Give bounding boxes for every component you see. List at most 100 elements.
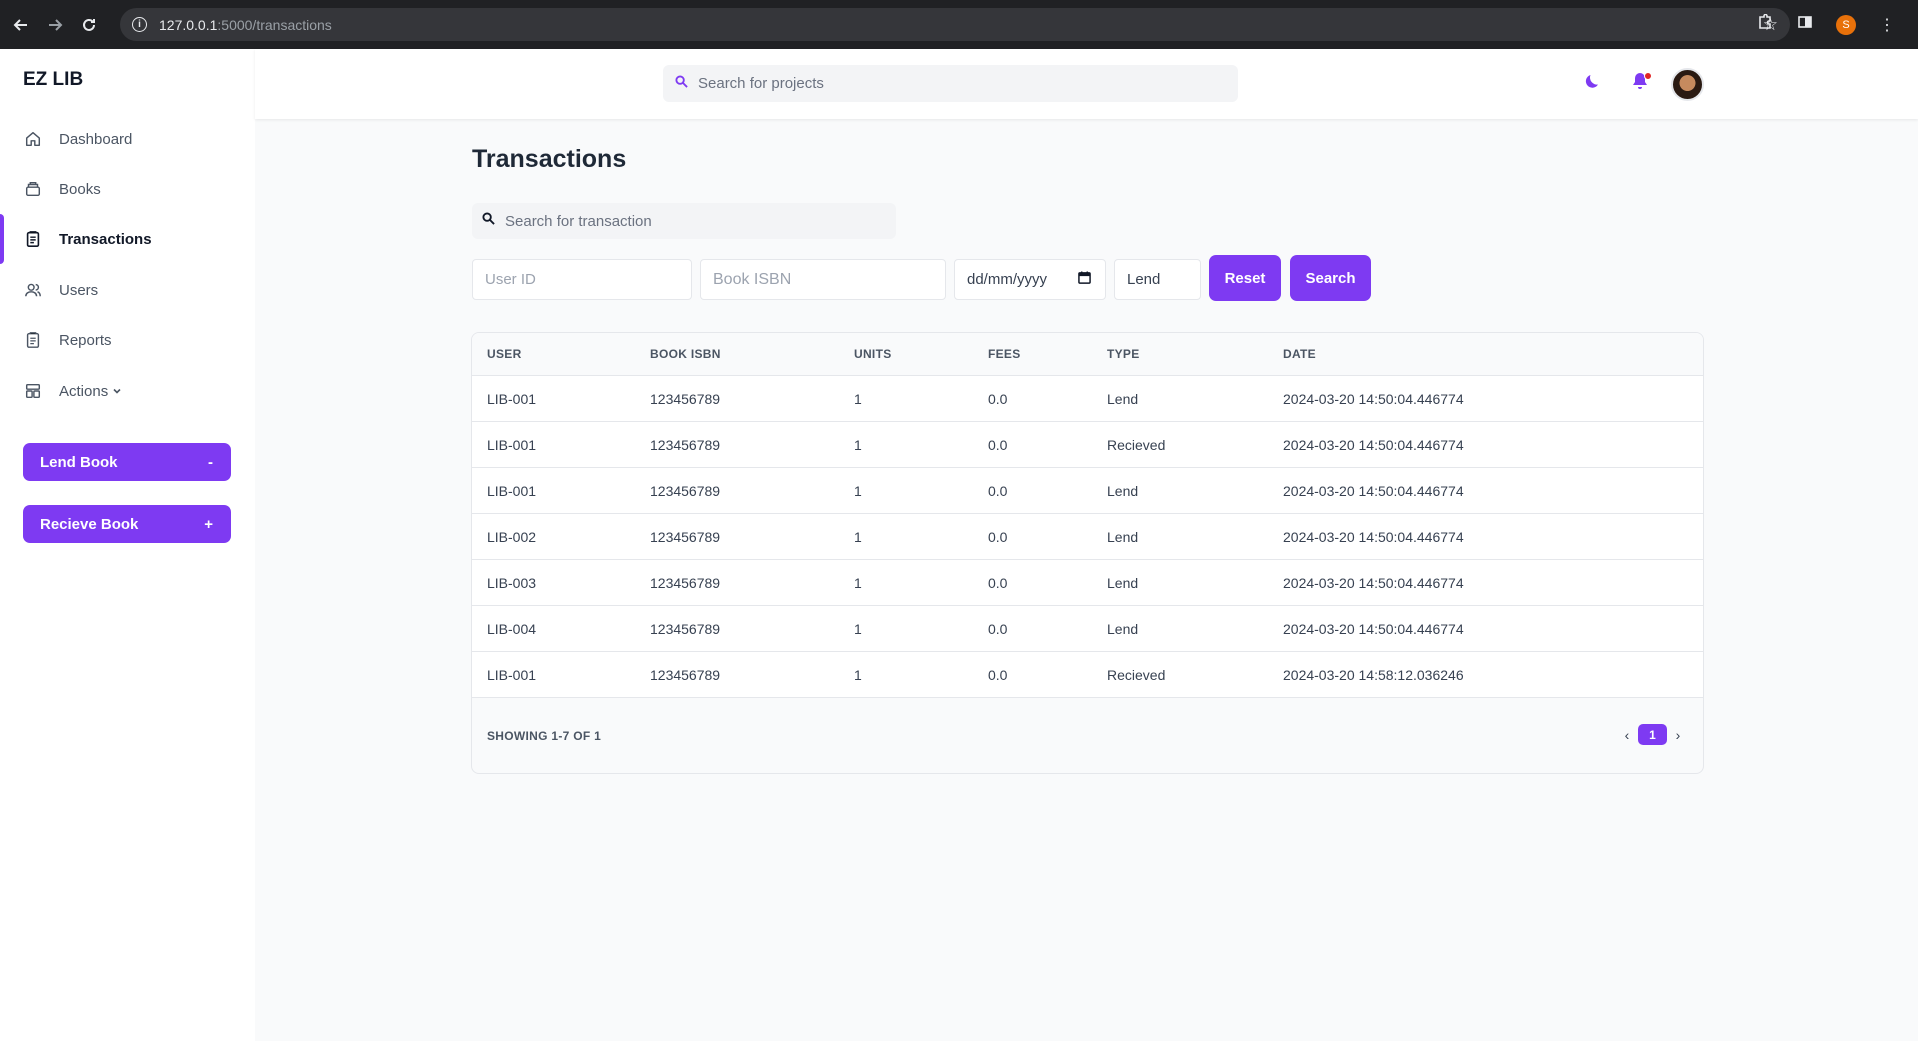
cell-user: LIB-001 — [487, 667, 537, 683]
sidebar-item-transactions[interactable]: Transactions — [0, 214, 255, 264]
date-input[interactable]: dd/mm/yyyy — [954, 259, 1106, 300]
cell-date: 2024-03-20 14:58:12.036246 — [1283, 667, 1464, 683]
sidebar-item-reports[interactable]: Reports — [0, 320, 255, 360]
table-row[interactable]: LIB-001 123456789 1 0.0 Recieved 2024-03… — [472, 422, 1703, 468]
notification-badge — [1644, 72, 1652, 80]
transactions-table: USER BOOK ISBN UNITS FEES TYPE DATE LIB-… — [471, 332, 1704, 774]
cell-units: 1 — [854, 667, 862, 683]
transaction-search-placeholder: Search for transaction — [505, 212, 652, 230]
sidebar-item-label: Reports — [59, 331, 112, 349]
table-row[interactable]: LIB-003 123456789 1 0.0 Lend 2024-03-20 … — [472, 560, 1703, 606]
table-row[interactable]: LIB-001 123456789 1 0.0 Recieved 2024-03… — [472, 652, 1703, 698]
cell-user: LIB-002 — [487, 529, 537, 545]
user-id-input[interactable]: User ID — [472, 259, 692, 300]
page-button-current[interactable]: 1 — [1638, 724, 1667, 745]
sidebar-item-label: Transactions — [59, 230, 152, 248]
site-info-icon[interactable]: i — [132, 17, 147, 32]
cell-type: Recieved — [1107, 437, 1166, 453]
search-icon — [482, 212, 495, 230]
column-header-date[interactable]: DATE — [1283, 347, 1316, 361]
sidebar-item-users[interactable]: Users — [0, 270, 255, 310]
cell-units: 1 — [854, 437, 862, 453]
cell-units: 1 — [854, 529, 862, 545]
cell-user: LIB-004 — [487, 621, 537, 637]
cell-fees: 0.0 — [988, 575, 1008, 591]
table-row[interactable]: LIB-002 123456789 1 0.0 Lend 2024-03-20 … — [472, 514, 1703, 560]
cell-user: LIB-001 — [487, 391, 537, 407]
cell-type: Lend — [1107, 575, 1139, 591]
moon-icon[interactable] — [1583, 71, 1603, 96]
pagination-summary: SHOWING 1-7 OF 1 — [487, 729, 602, 743]
table-footer: SHOWING 1-7 OF 1 ‹ 1 › — [472, 698, 1703, 773]
forward-arrow-icon[interactable] — [44, 14, 66, 36]
templates-icon — [23, 381, 43, 401]
book-isbn-placeholder: Book ISBN — [713, 270, 792, 288]
lend-book-label: Lend Book — [40, 453, 118, 471]
address-bar[interactable]: i 127.0.0.1:5000/transactions ☆ — [120, 8, 1790, 41]
type-select[interactable]: Lend — [1114, 259, 1201, 300]
profile-avatar[interactable]: S — [1836, 14, 1856, 35]
cell-book-isbn: 123456789 — [650, 621, 721, 637]
column-header-user[interactable]: USER — [487, 347, 522, 361]
search-button[interactable]: Search — [1290, 255, 1371, 301]
book-isbn-input[interactable]: Book ISBN — [700, 259, 946, 300]
cell-user: LIB-003 — [487, 575, 537, 591]
reset-button[interactable]: Reset — [1209, 255, 1281, 301]
receive-book-label: Recieve Book — [40, 515, 139, 533]
home-icon — [23, 129, 43, 149]
sidebar-item-label: Users — [59, 281, 99, 299]
cell-fees: 0.0 — [988, 621, 1008, 637]
cell-date: 2024-03-20 14:50:04.446774 — [1283, 483, 1464, 499]
plus-icon: + — [204, 515, 213, 533]
kebab-menu-icon[interactable]: ⋮ — [1878, 15, 1896, 35]
cell-date: 2024-03-20 14:50:04.446774 — [1283, 391, 1464, 407]
lend-book-button[interactable]: Lend Book - — [23, 443, 231, 481]
side-panel-icon[interactable] — [1796, 14, 1814, 35]
chevron-right-icon[interactable]: › — [1671, 727, 1685, 743]
column-header-type[interactable]: TYPE — [1107, 347, 1140, 361]
column-header-fees[interactable]: FEES — [988, 347, 1021, 361]
header-search-placeholder: Search for projects — [698, 75, 824, 92]
cell-fees: 0.0 — [988, 529, 1008, 545]
clipboard-icon — [23, 229, 43, 249]
cell-type: Lend — [1107, 621, 1139, 637]
calendar-icon[interactable] — [1078, 271, 1091, 288]
cell-units: 1 — [854, 391, 862, 407]
type-select-value: Lend — [1127, 271, 1161, 288]
sidebar-item-books[interactable]: Books — [0, 169, 255, 209]
cell-units: 1 — [854, 483, 862, 499]
table-row[interactable]: LIB-004 123456789 1 0.0 Lend 2024-03-20 … — [472, 606, 1703, 652]
cell-user: LIB-001 — [487, 483, 537, 499]
column-header-units[interactable]: UNITS — [854, 347, 892, 361]
extensions-icon[interactable] — [1756, 13, 1774, 35]
date-placeholder: dd/mm/yyyy — [967, 271, 1048, 288]
cell-book-isbn: 123456789 — [650, 667, 721, 683]
back-arrow-icon[interactable] — [10, 14, 32, 36]
search-icon — [675, 74, 688, 93]
cell-book-isbn: 123456789 — [650, 575, 721, 591]
sidebar-item-dashboard[interactable]: Dashboard — [0, 119, 255, 159]
cell-type: Lend — [1107, 529, 1139, 545]
receive-book-button[interactable]: Recieve Book + — [23, 505, 231, 543]
cell-type: Recieved — [1107, 667, 1166, 683]
cell-units: 1 — [854, 621, 862, 637]
cell-units: 1 — [854, 575, 862, 591]
minus-icon: - — [208, 453, 213, 471]
user-id-placeholder: User ID — [485, 271, 536, 288]
archive-icon — [23, 179, 43, 199]
avatar[interactable] — [1671, 68, 1704, 101]
cell-user: LIB-001 — [487, 437, 537, 453]
app-logo[interactable]: EZ LIB — [23, 69, 83, 91]
clipboard-icon — [23, 330, 43, 350]
sidebar-item-label: Actions — [59, 382, 109, 400]
sidebar-item-actions[interactable]: Actions — [0, 371, 255, 411]
transaction-search-input[interactable]: Search for transaction — [472, 203, 896, 239]
active-indicator — [0, 214, 4, 264]
table-row[interactable]: LIB-001 123456789 1 0.0 Lend 2024-03-20 … — [472, 468, 1703, 514]
reload-icon[interactable] — [78, 14, 100, 36]
table-row[interactable]: LIB-001 123456789 1 0.0 Lend 2024-03-20 … — [472, 376, 1703, 422]
column-header-book-isbn[interactable]: BOOK ISBN — [650, 347, 721, 361]
header-search-input[interactable]: Search for projects — [663, 65, 1238, 102]
cell-date: 2024-03-20 14:50:04.446774 — [1283, 621, 1464, 637]
chevron-left-icon[interactable]: ‹ — [1620, 727, 1634, 743]
